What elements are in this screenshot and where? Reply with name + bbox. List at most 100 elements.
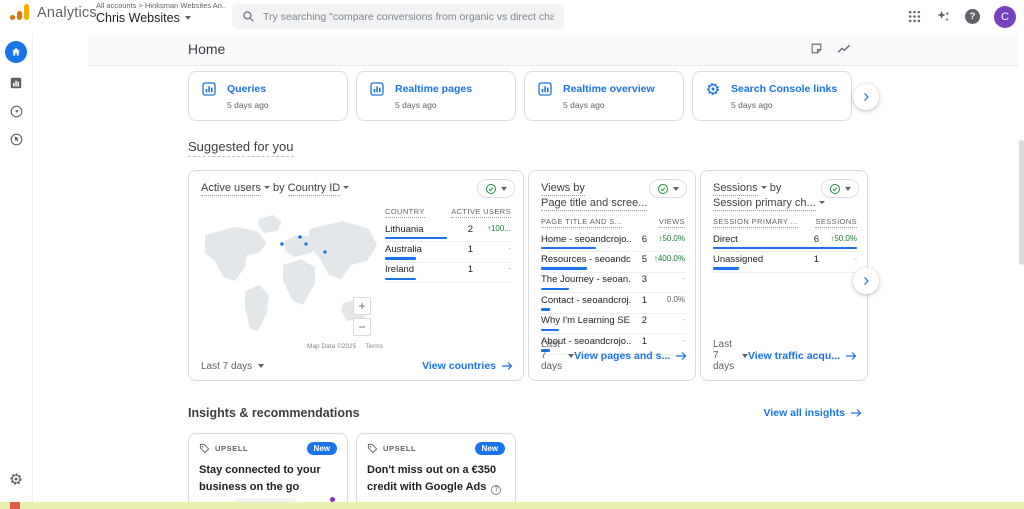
view-all-insights-link[interactable]: View all insights bbox=[764, 407, 863, 419]
table-row: Resources - seoandc... 5 ↑400.0% bbox=[541, 252, 685, 273]
advertising-icon bbox=[10, 133, 22, 145]
metric-value: 6 bbox=[813, 233, 819, 245]
shortcut-card-row: Queries 5 days ago Realtime pages 5 days ag… bbox=[188, 71, 852, 121]
caret-down-icon bbox=[760, 186, 767, 189]
dimension-value: Direct bbox=[713, 234, 738, 245]
change-value: ↑400.0% bbox=[653, 253, 685, 263]
column-header: SESSION PRIMARY ... bbox=[713, 217, 799, 228]
shortcut-timestamp: 5 days ago bbox=[227, 100, 269, 110]
date-range-dropdown[interactable]: Last 7 days bbox=[201, 361, 265, 372]
map-zoom-out-button[interactable]: − bbox=[353, 318, 371, 336]
insight-text: Stay connected to your business on the g… bbox=[199, 464, 321, 493]
column-header: VIEWS bbox=[658, 217, 685, 228]
sidebar-item-admin[interactable] bbox=[8, 471, 24, 487]
check-circle-icon bbox=[486, 183, 496, 194]
insights-sparkle-icon[interactable] bbox=[936, 9, 951, 24]
table-row: Australia 1 - bbox=[385, 242, 511, 263]
metric-value: 1 bbox=[641, 294, 647, 306]
notes-icon[interactable] bbox=[810, 42, 823, 55]
shortcut-card[interactable]: Realtime pages 5 days ago bbox=[356, 71, 516, 121]
date-range-dropdown[interactable]: Last 7 days bbox=[541, 339, 575, 372]
change-value: ↑50.0% bbox=[658, 233, 685, 243]
map-terms-link[interactable]: Terms bbox=[365, 343, 383, 350]
home-icon bbox=[12, 48, 20, 56]
shortcut-card[interactable]: Realtime overview 5 days ago bbox=[524, 71, 684, 121]
metric-bar bbox=[541, 328, 559, 332]
table-header: SESSION PRIMARY ... SESSIONS bbox=[713, 217, 857, 232]
metric-value: 2 bbox=[641, 315, 647, 327]
table-header: COUNTRY ACTIVE USERS bbox=[385, 207, 511, 222]
search-input[interactable] bbox=[263, 10, 554, 23]
countries-table: COUNTRY ACTIVE USERS Lithuania 2 ↑100... Au… bbox=[385, 207, 511, 284]
metric-value: 5 bbox=[641, 253, 647, 265]
analytics-home-page: Analytics All accounts > Hinksman Websit… bbox=[0, 0, 1024, 509]
metric-bar bbox=[385, 236, 447, 240]
views-by-page-card: Views by Page title and scree... PAGE TI… bbox=[528, 170, 696, 381]
search-bar[interactable] bbox=[232, 4, 564, 29]
map-zoom-in-button[interactable]: + bbox=[353, 297, 371, 315]
new-badge: New bbox=[306, 442, 337, 455]
shortcut-label: Search Console links bbox=[731, 83, 838, 95]
table-row: Lithuania 2 ↑100... bbox=[385, 222, 511, 243]
change-value: ↑50.0% bbox=[830, 233, 857, 243]
sidebar-item-reports[interactable] bbox=[8, 75, 24, 91]
scroll-right-button[interactable] bbox=[853, 268, 879, 294]
metric-bar bbox=[541, 287, 569, 291]
dimension-value: Australia bbox=[385, 244, 422, 255]
insight-card-row: UPSELL New Stay connected to your business… bbox=[188, 433, 516, 507]
change-value: - bbox=[682, 274, 685, 284]
analytics-logo-icon bbox=[10, 4, 29, 21]
view-countries-link[interactable]: View countries bbox=[422, 360, 513, 372]
table-header: PAGE TITLE AND S... VIEWS bbox=[541, 217, 685, 232]
column-header: ACTIVE USERS bbox=[451, 207, 511, 218]
card-status-dropdown[interactable] bbox=[821, 179, 859, 198]
vertical-scrollbar[interactable] bbox=[1019, 140, 1024, 265]
scroll-right-button[interactable] bbox=[853, 84, 879, 110]
insights-chart-icon bbox=[201, 81, 217, 97]
column-header: COUNTRY bbox=[385, 207, 425, 218]
shortcut-card[interactable]: Search Console links 5 days ago bbox=[692, 71, 852, 121]
sidebar-item-advertising[interactable] bbox=[8, 131, 24, 147]
caret-down-icon bbox=[818, 201, 825, 205]
date-range-dropdown[interactable]: Last 7 days bbox=[713, 339, 748, 372]
world-map[interactable]: + − bbox=[197, 211, 381, 345]
metric-value: 3 bbox=[641, 274, 647, 286]
search-console-gear-icon bbox=[705, 81, 721, 97]
metric-bar bbox=[541, 267, 587, 270]
insight-upsell-card[interactable]: UPSELL New Stay connected to your business… bbox=[188, 433, 348, 507]
sidebar-item-explore[interactable] bbox=[8, 103, 24, 119]
card-title[interactable]: Active users by Country ID bbox=[201, 181, 350, 196]
card-title[interactable]: Views by Page title and scree... bbox=[541, 181, 648, 212]
trendline-icon[interactable] bbox=[837, 42, 852, 55]
help-icon[interactable]: ? bbox=[965, 9, 980, 24]
table-row: Contact - seoandcroj... 1 0.0% bbox=[541, 293, 685, 314]
shortcut-card[interactable]: Queries 5 days ago bbox=[188, 71, 348, 121]
dimension-value: Ireland bbox=[385, 265, 415, 276]
view-traffic-link[interactable]: View traffic acqu... bbox=[748, 350, 857, 362]
view-pages-link[interactable]: View pages and s... bbox=[574, 350, 687, 362]
dimension-value: Why I'm Learning SE... bbox=[541, 316, 631, 327]
metric-bar bbox=[713, 246, 857, 250]
strip-accent bbox=[10, 502, 20, 509]
insights-chart-icon bbox=[369, 81, 385, 97]
avatar[interactable]: C bbox=[994, 5, 1016, 28]
change-value: - bbox=[508, 243, 511, 253]
change-value: 0.0% bbox=[666, 294, 685, 304]
insight-upsell-card[interactable]: UPSELL New Don't miss out on a €350 credit… bbox=[356, 433, 516, 507]
arrow-right-icon bbox=[502, 362, 513, 370]
card-status-dropdown[interactable] bbox=[649, 179, 687, 198]
metric-bar bbox=[385, 257, 416, 260]
card-status-dropdown[interactable] bbox=[477, 179, 515, 198]
table-row: The Journey - seoan... 3 - bbox=[541, 273, 685, 294]
apps-grid-icon[interactable] bbox=[907, 9, 922, 24]
card-title[interactable]: Sessions by Session primary ch... bbox=[713, 181, 825, 212]
sidebar-item-home[interactable] bbox=[5, 41, 27, 63]
metric-value: 1 bbox=[467, 264, 473, 276]
analytics-logo[interactable]: Analytics bbox=[10, 4, 97, 21]
map-attribution: Map Data ©2025 bbox=[307, 343, 357, 350]
account-switcher[interactable]: All accounts > Hinksman Websites An.. Ch… bbox=[96, 1, 226, 25]
arrow-right-icon bbox=[676, 351, 687, 360]
shortcut-label: Realtime overview bbox=[563, 83, 655, 95]
caret-down-icon bbox=[184, 15, 191, 20]
brand-name: Analytics bbox=[37, 4, 97, 21]
